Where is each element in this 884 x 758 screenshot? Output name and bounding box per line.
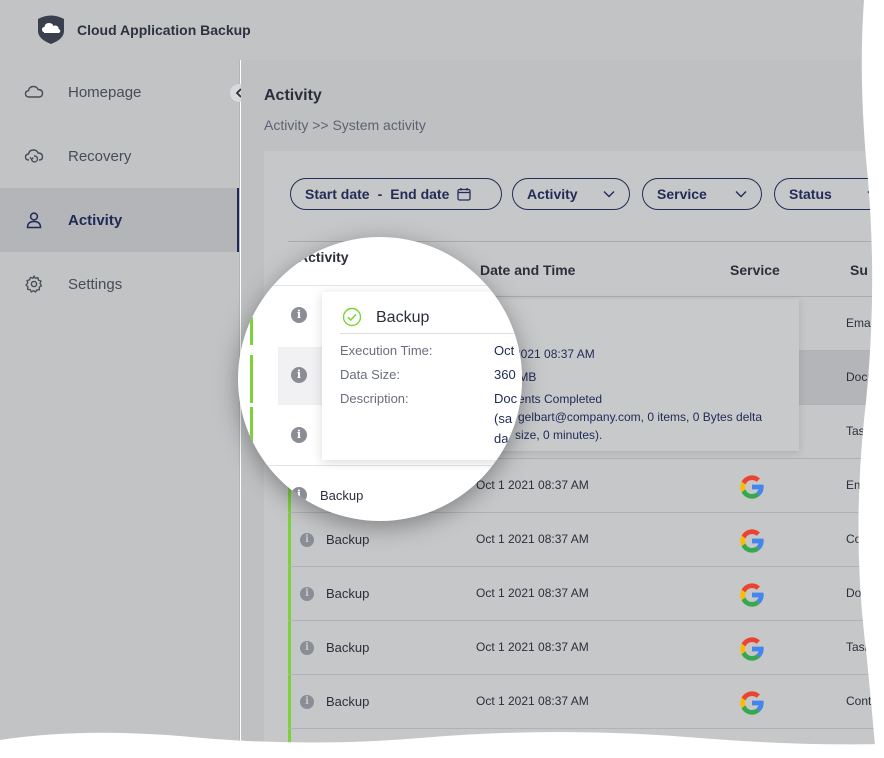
calendar-icon	[457, 188, 472, 201]
cloud-refresh-icon	[24, 149, 44, 163]
gear-icon	[25, 275, 43, 293]
table-row[interactable]: i Backup Oct 1 2021 08:37 AM Conta	[288, 675, 884, 729]
google-service-icon	[738, 527, 766, 555]
cell-activity: Backup	[326, 694, 370, 709]
status-filter-dropdown[interactable]: Status	[774, 178, 884, 210]
magnified-row-activity: Backup	[320, 488, 364, 503]
cell-subject: Docu	[846, 370, 875, 384]
sidebar-item-homepage[interactable]: Homepage	[0, 60, 239, 124]
service-filter-dropdown[interactable]: Service	[642, 178, 762, 210]
cell-subject: Contac	[846, 532, 884, 546]
sidebar-item-recovery[interactable]: Recovery	[0, 124, 239, 188]
cell-activity: Backup	[326, 640, 370, 655]
tooltip-description-line3: da	[494, 431, 509, 446]
tooltip-execution-time-rest: 2021 08:37 AM	[514, 347, 595, 361]
sidebar: Homepage Recovery Activity Settings	[0, 60, 240, 758]
sidebar-item-settings[interactable]: Settings	[0, 252, 239, 316]
page-title: Activity	[264, 87, 322, 104]
tooltip-data-size-label: Data Size:	[340, 367, 400, 382]
app-window: Cloud Application Backup Homepage Recove…	[0, 0, 884, 758]
tooltip-data-size-value: 360	[494, 367, 516, 382]
magnified-tooltip: Backup Execution Time: Oct Data Size: 36…	[322, 292, 522, 460]
google-service-icon	[738, 581, 766, 609]
cloud-icon	[24, 85, 44, 98]
app-title: Cloud Application Backup	[77, 22, 251, 38]
tooltip-description-line1-rest: ents Completed	[518, 392, 603, 406]
date-separator: -	[377, 186, 383, 202]
table-row[interactable]: i Backup Oct 1 2021 08:37 AM Tasks	[288, 621, 884, 675]
sidebar-item-label: Homepage	[68, 83, 142, 101]
activity-filter-label: Activity	[527, 186, 578, 202]
breadcrumb[interactable]: Activity >> System activity	[264, 117, 426, 133]
google-service-icon	[738, 689, 766, 717]
sidebar-item-label: Activity	[68, 211, 123, 229]
status-filter-label: Status	[789, 186, 832, 202]
tooltip-description-line1: Doc	[494, 391, 518, 406]
google-service-icon	[738, 635, 766, 663]
status-indicator	[288, 567, 291, 620]
end-date-label: End date	[390, 186, 450, 202]
tooltip-execution-time-value: Oct	[494, 343, 515, 358]
table-row[interactable]: i Backup Oct 1 2021 08:37 AM Contac	[288, 513, 884, 567]
status-indicator	[288, 621, 291, 674]
status-indicator	[288, 675, 291, 728]
user-icon	[26, 212, 42, 229]
google-service-icon	[738, 473, 766, 501]
cell-subject: Emails	[846, 478, 883, 492]
column-header-subject[interactable]: Su	[850, 262, 868, 278]
info-icon[interactable]: i	[291, 427, 307, 443]
tooltip-title: Backup	[376, 309, 430, 326]
service-filter-label: Service	[657, 186, 707, 202]
table-row[interactable]: i Backup Oct 1 2021 08:37 AM Docum	[288, 567, 884, 621]
cell-subject: Tasks	[846, 640, 877, 654]
success-check-icon	[342, 307, 362, 327]
info-icon[interactable]: i	[300, 533, 314, 547]
cell-subject: Docum	[846, 586, 884, 600]
date-range-filter[interactable]: Start date - End date	[290, 178, 502, 210]
sidebar-item-activity[interactable]: Activity	[0, 188, 239, 252]
info-icon[interactable]: i	[291, 487, 307, 503]
activity-filter-dropdown[interactable]: Activity	[512, 178, 630, 210]
cell-date: Oct 1 2021 08:37 AM	[476, 640, 589, 654]
tooltip-description-line2: (sa	[494, 411, 513, 426]
sidebar-item-label: Settings	[68, 275, 123, 293]
sidebar-item-label: Recovery	[68, 147, 132, 165]
column-header-service[interactable]: Service	[730, 262, 780, 278]
chevron-down-icon	[867, 191, 879, 198]
cell-date: Oct 1 2021 08:37 AM	[476, 694, 589, 708]
cell-activity: Backup	[326, 532, 370, 547]
info-icon[interactable]: i	[300, 695, 314, 709]
info-icon[interactable]: i	[300, 641, 314, 655]
app-logo-icon	[38, 15, 64, 44]
tooltip-description-line3-rest: size, 0 minutes).	[515, 428, 603, 442]
start-date-label: Start date	[305, 186, 370, 202]
info-icon[interactable]: i	[291, 367, 307, 383]
cell-subject: Tasks	[846, 424, 877, 438]
cell-activity: Backup	[326, 586, 370, 601]
info-icon[interactable]: i	[291, 307, 307, 323]
cell-subject: Conta	[846, 694, 879, 708]
tooltip-description-line2-rest: gelbart@company.com, 0 items, 0 Bytes de…	[518, 410, 763, 424]
magnifier-lens: Activity i i i i Backup Backup Execution…	[238, 237, 522, 521]
cell-date: Oct 1 2021 08:37 AM	[476, 586, 589, 600]
cell-date: Oct 1 2021 08:37 AM	[476, 532, 589, 546]
chevron-down-icon	[735, 191, 747, 198]
tooltip-description-label: Description:	[340, 391, 409, 406]
cell-activity: Backup	[326, 748, 370, 758]
info-icon[interactable]: i	[300, 749, 314, 758]
info-icon[interactable]: i	[300, 587, 314, 601]
magnified-column-header-activity: Activity	[298, 249, 349, 265]
cell-subject: Ema	[846, 316, 871, 330]
table-row[interactable]: i Backup	[288, 729, 884, 758]
top-bar: Cloud Application Backup	[0, 0, 884, 60]
chevron-down-icon	[603, 191, 615, 198]
tooltip-execution-time-label: Execution Time:	[340, 343, 433, 358]
status-indicator	[288, 729, 291, 758]
